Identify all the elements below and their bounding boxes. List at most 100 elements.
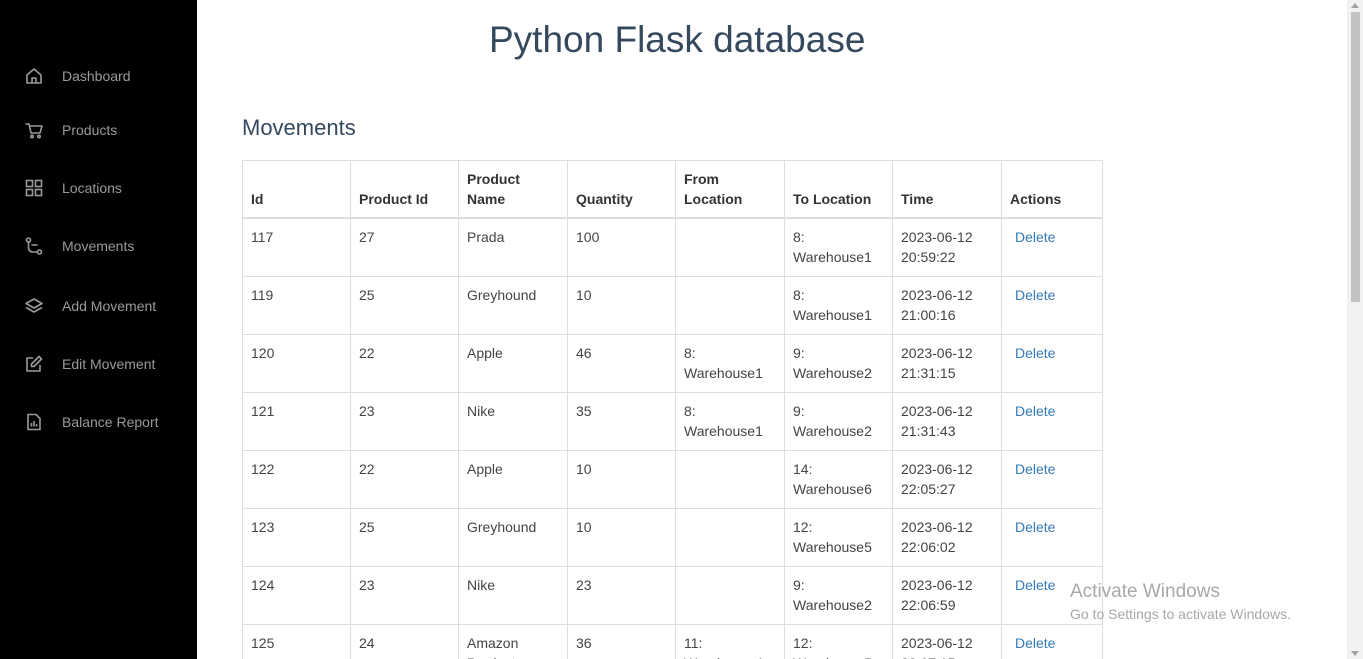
cell-quantity: 35 [567, 392, 676, 451]
delete-button[interactable]: Delete [1015, 403, 1055, 419]
sidebar-item-label: Balance Report [62, 414, 159, 430]
route-icon [24, 236, 44, 256]
sidebar-item-movements[interactable]: Movements [0, 226, 197, 266]
delete-button[interactable]: Delete [1015, 519, 1055, 535]
table-row: 122 22 Apple 10 14: Warehouse6 2023-06-12 22:… [242, 450, 1103, 509]
cell-product-name: Amazon Products [458, 624, 568, 659]
table-row: 123 25 Greyhound 10 12: Warehouse5 2023-06-12… [242, 508, 1103, 567]
cell-time: 2023-06-12 22:05:27 [892, 450, 1002, 509]
cell-product-name: Apple [458, 334, 568, 393]
cell-actions: Delete [1001, 508, 1103, 567]
cell-to-location: 12: Warehouse5 [784, 508, 893, 567]
cell-time: 2023-06-12 21:31:43 [892, 392, 1002, 451]
cell-actions: Delete [1001, 624, 1103, 659]
section-title: Movements [242, 115, 356, 140]
cell-product-id: 25 [350, 508, 459, 567]
header-quantity: Quantity [567, 160, 676, 219]
cell-quantity: 36 [567, 624, 676, 659]
header-actions: Actions [1001, 160, 1103, 219]
cell-to-location: 8: Warehouse1 [784, 276, 893, 335]
sidebar-item-balance-report[interactable]: Balance Report [0, 402, 197, 442]
cell-id: 122 [242, 450, 351, 509]
delete-button[interactable]: Delete [1015, 229, 1055, 245]
grid-icon [24, 178, 44, 198]
cell-product-id: 24 [350, 624, 459, 659]
cell-product-id: 23 [350, 566, 459, 625]
cell-time: 2023-06-12 21:31:15 [892, 334, 1002, 393]
sidebar-item-products[interactable]: Products [0, 110, 197, 150]
page-title: Python Flask database [489, 19, 866, 60]
cell-id: 125 [242, 624, 351, 659]
cell-actions: Delete [1001, 334, 1103, 393]
cell-actions: Delete [1001, 566, 1103, 625]
cell-actions: Delete [1001, 450, 1103, 509]
table-row: 12524Amazon Products3611: Warehouse412: … [242, 624, 1103, 659]
table-row: 121 23 Nike 35 8: Warehouse1 9: Warehouse2 202… [242, 392, 1103, 451]
cell-actions: Delete [1001, 217, 1103, 277]
cell-to-location: 12: Warehouse5 [784, 624, 893, 659]
edit-icon [24, 354, 44, 374]
delete-button[interactable]: Delete [1015, 287, 1055, 303]
movements-table: Id Product Id Product Name Quantity From… [242, 160, 1103, 659]
cell-from-location [675, 566, 785, 625]
cell-time: 2023-06-12 21:00:16 [892, 276, 1002, 335]
cell-product-name: Nike [458, 392, 568, 451]
cell-from-location: 11: Warehouse4 [675, 624, 785, 659]
cell-to-location: 9: Warehouse2 [784, 334, 893, 393]
layers-icon [24, 296, 44, 316]
table-header-row: Id Product Id Product Name Quantity From… [242, 160, 1103, 219]
cell-from-location [675, 217, 785, 277]
cell-to-location: 9: Warehouse2 [784, 392, 893, 451]
sidebar: Dashboard Products Locations Movements A… [0, 0, 197, 659]
cell-product-id: 23 [350, 392, 459, 451]
sidebar-item-dashboard[interactable]: Dashboard [0, 56, 197, 96]
home-icon [24, 66, 44, 86]
cell-id: 119 [242, 276, 351, 335]
sidebar-item-locations[interactable]: Locations [0, 168, 197, 208]
cell-actions: Delete [1001, 392, 1103, 451]
delete-button[interactable]: Delete [1015, 345, 1055, 361]
cell-id: 123 [242, 508, 351, 567]
header-from-location: From Location [675, 160, 785, 219]
cell-to-location: 9: Warehouse2 [784, 566, 893, 625]
scroll-up-arrow[interactable] [1351, 3, 1359, 8]
cell-from-location [675, 508, 785, 567]
delete-button[interactable]: Delete [1015, 635, 1055, 651]
table-row: 120 22 Apple 46 8: Warehouse1 9: Warehouse2 20… [242, 334, 1103, 393]
sidebar-item-label: Dashboard [62, 68, 131, 84]
cell-time: 2023-06-12 22:07:15 [892, 624, 1002, 659]
cell-id: 117 [242, 217, 351, 277]
cell-quantity: 46 [567, 334, 676, 393]
vertical-scrollbar[interactable] [1347, 0, 1363, 659]
header-id: Id [242, 160, 351, 219]
sidebar-item-label: Products [62, 122, 118, 138]
cell-product-name: Greyhound [458, 276, 568, 335]
sidebar-item-add-movement[interactable]: Add Movement [0, 286, 197, 326]
delete-button[interactable]: Delete [1015, 577, 1055, 593]
scroll-down-arrow[interactable] [1351, 651, 1359, 656]
table-row: 117 27 Prada 100 8: Warehouse1 2023-06-12 20:… [242, 217, 1103, 277]
main-content: Python Flask database Movements Id Produ… [197, 0, 1347, 659]
sidebar-item-label: Add Movement [62, 298, 157, 314]
cell-from-location [675, 450, 785, 509]
sidebar-item-edit-movement[interactable]: Edit Movement [0, 344, 197, 384]
cell-quantity: 10 [567, 276, 676, 335]
cell-quantity: 100 [567, 217, 676, 277]
cell-time: 2023-06-12 22:06:59 [892, 566, 1002, 625]
cell-to-location: 8: Warehouse1 [784, 217, 893, 277]
cell-id: 124 [242, 566, 351, 625]
sidebar-item-label: Locations [62, 180, 122, 196]
scroll-thumb[interactable] [1351, 12, 1360, 302]
table-row: 119 25 Greyhound 10 8: Warehouse1 2023-06-12 … [242, 276, 1103, 335]
cell-to-location: 14: Warehouse6 [784, 450, 893, 509]
sidebar-item-label: Edit Movement [62, 356, 156, 372]
header-time: Time [892, 160, 1002, 219]
delete-button[interactable]: Delete [1015, 461, 1055, 477]
table-row: 124 23 Nike 23 9: Warehouse2 2023-06-12 22:06… [242, 566, 1103, 625]
cell-id: 120 [242, 334, 351, 393]
cell-product-name: Greyhound [458, 508, 568, 567]
cell-from-location: 8: Warehouse1 [675, 334, 785, 393]
cell-product-name: Prada [458, 217, 568, 277]
sidebar-item-label: Movements [62, 238, 135, 254]
cell-time: 2023-06-12 20:59:22 [892, 217, 1002, 277]
